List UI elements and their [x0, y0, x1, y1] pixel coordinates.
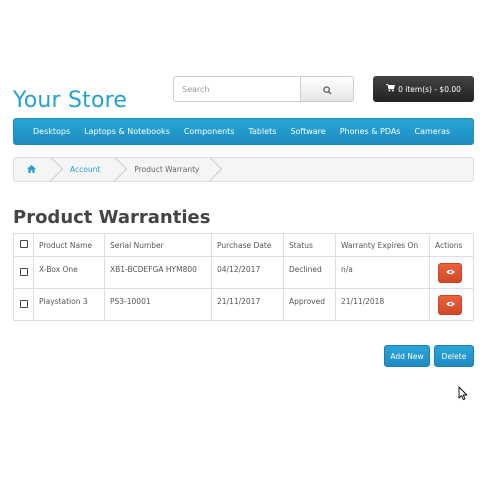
add-new-button[interactable]: Add New: [384, 345, 430, 367]
cart-button[interactable]: 0 item(s) - $0.00: [373, 76, 474, 102]
table-row: X-Box One XB1-BCDEFGA HYM800 04/12/2017 …: [13, 256, 474, 289]
cell-status: Approved: [283, 288, 336, 321]
column-header-actions: Actions: [429, 233, 474, 257]
cell-product-name: Playstation 3: [33, 288, 105, 321]
cell-serial-number: PS3-10001: [104, 288, 212, 321]
cell-serial-number: XB1-BCDEFGA HYM800: [104, 256, 212, 289]
row-checkbox[interactable]: [19, 299, 28, 308]
menu-item-phones-pdas[interactable]: Phones & PDAs: [333, 127, 408, 136]
cell-status: Declined: [283, 256, 336, 289]
cart-icon: [386, 84, 396, 94]
page-title: Product Warranties: [13, 207, 211, 228]
column-header-product-name: Product Name: [33, 233, 105, 257]
delete-button[interactable]: Delete: [434, 345, 474, 367]
menu-item-tablets[interactable]: Tablets: [241, 127, 283, 136]
eye-icon: [445, 268, 455, 277]
cell-actions: [429, 256, 474, 289]
menu-item-software[interactable]: Software: [283, 127, 332, 136]
breadcrumb-separator: [194, 158, 223, 181]
breadcrumb-account-label: Account: [70, 165, 101, 174]
search-bar: [173, 76, 354, 102]
menu-item-desktops[interactable]: Desktops: [26, 127, 77, 136]
row-select-cell: [13, 256, 34, 289]
menu-item-cameras[interactable]: Cameras: [407, 127, 457, 136]
cell-warranty-expires: 21/11/2018: [335, 288, 430, 321]
table-header-row: Product Name Serial Number Purchase Date…: [13, 233, 474, 257]
menu-item-laptops-notebooks[interactable]: Laptops & Notebooks: [77, 127, 177, 136]
breadcrumb-product-warranty[interactable]: Product Warranty: [116, 158, 223, 181]
select-all-cell: [13, 233, 34, 257]
mouse-cursor: [458, 386, 468, 405]
cell-purchase-date: 04/12/2017: [211, 256, 284, 289]
cell-actions: [429, 288, 474, 321]
eye-icon: [445, 300, 455, 309]
main-menu: Desktops Laptops & Notebooks Components …: [13, 118, 474, 145]
store-logo[interactable]: Your Store: [13, 88, 127, 113]
row-select-cell: [13, 288, 34, 321]
search-icon: [322, 80, 332, 99]
view-button[interactable]: [438, 262, 462, 283]
cell-warranty-expires: n/a: [335, 256, 430, 289]
breadcrumb-home[interactable]: [14, 158, 64, 181]
breadcrumb: Account Product Warranty: [13, 157, 474, 182]
table-row: Playstation 3 PS3-10001 21/11/2017 Appro…: [13, 288, 474, 321]
cell-purchase-date: 21/11/2017: [211, 288, 284, 321]
row-checkbox[interactable]: [19, 267, 28, 276]
breadcrumb-current-label: Product Warranty: [134, 165, 200, 174]
warranty-table: Product Name Serial Number Purchase Date…: [13, 233, 474, 321]
column-header-status: Status: [283, 233, 336, 257]
menu-item-components[interactable]: Components: [177, 127, 242, 136]
cart-label: 0 item(s) - $0.00: [398, 84, 461, 94]
select-all-checkbox[interactable]: [19, 240, 28, 248]
view-button[interactable]: [438, 294, 462, 315]
column-header-warranty-expires: Warranty Expires On: [335, 233, 430, 257]
cell-product-name: X-Box One: [33, 256, 105, 289]
search-input[interactable]: [173, 76, 300, 102]
search-button[interactable]: [300, 76, 354, 102]
column-header-purchase-date: Purchase Date: [211, 233, 284, 257]
column-header-serial-number: Serial Number: [104, 233, 212, 257]
